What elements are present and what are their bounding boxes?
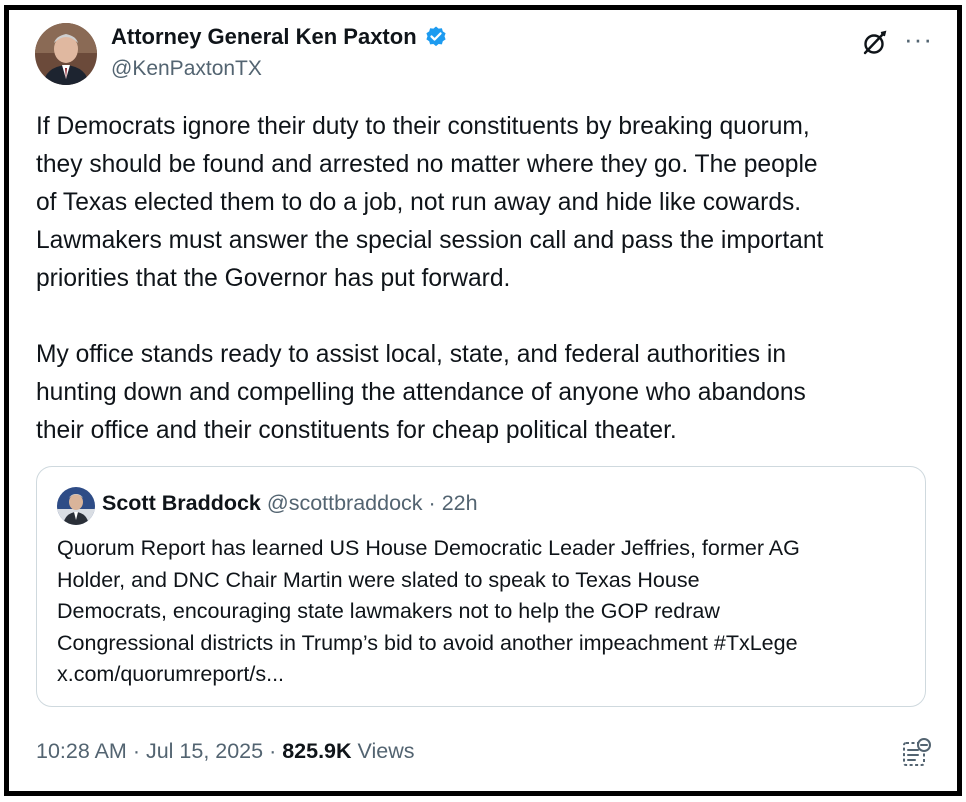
quoted-timestamp[interactable]: 22h — [442, 491, 478, 515]
quoted-separator: · — [428, 491, 436, 515]
tweet-card: Attorney General Ken Paxton @KenPaxtonTX… — [4, 5, 962, 796]
quoted-author-handle[interactable]: @scottbraddock — [267, 491, 423, 515]
grok-icon[interactable] — [861, 29, 889, 57]
tweet-timestamp[interactable]: 10:28 AM · Jul 15, 2025 · — [36, 739, 282, 763]
quoted-header: Scott Braddock @scottbraddock · 22h — [102, 491, 478, 516]
views-count: 825.9K — [282, 739, 352, 763]
tweet-footer: 10:28 AM · Jul 15, 2025 · 825.9K Views — [36, 739, 414, 764]
bookmark-icon[interactable] — [901, 737, 931, 769]
more-options-icon[interactable]: ··· — [904, 26, 933, 52]
quoted-author-name[interactable]: Scott Braddock — [102, 491, 261, 515]
quoted-tweet-text: Quorum Report has learned US House Democ… — [57, 536, 800, 686]
verified-badge-icon — [424, 25, 448, 49]
author-name-row: Attorney General Ken Paxton — [111, 24, 448, 50]
quoted-author-avatar[interactable] — [57, 487, 95, 525]
quoted-tweet[interactable]: Scott Braddock @scottbraddock · 22h Quor… — [36, 466, 926, 707]
views-label: Views — [351, 739, 415, 763]
author-name[interactable]: Attorney General Ken Paxton — [111, 24, 417, 50]
author-avatar[interactable] — [35, 23, 97, 85]
author-handle[interactable]: @KenPaxtonTX — [111, 57, 262, 81]
tweet-text: If Democrats ignore their duty to their … — [36, 113, 824, 444]
